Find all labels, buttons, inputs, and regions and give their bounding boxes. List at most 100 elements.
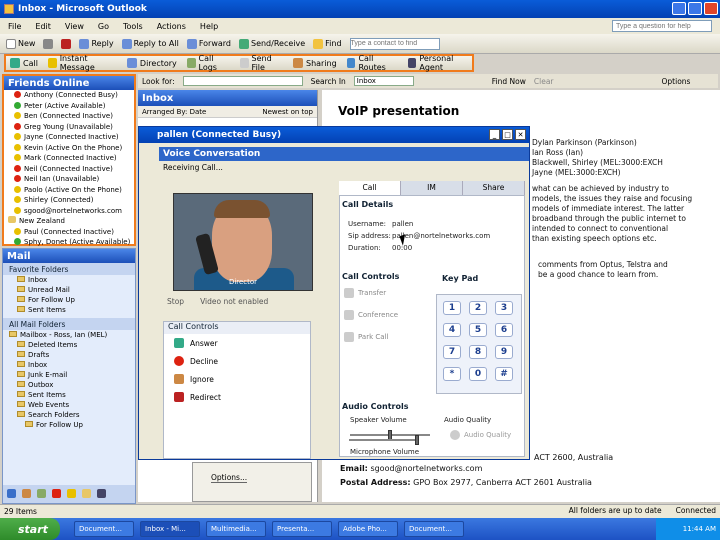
folder-list-icon[interactable] (82, 489, 91, 498)
redirect-button[interactable]: Redirect (164, 388, 310, 406)
friend-item[interactable]: Paul (Connected Inactive) (4, 227, 134, 238)
friend-group[interactable]: New Zealand (4, 216, 134, 227)
search-in-select[interactable]: Inbox (353, 76, 414, 86)
find-button[interactable]: Find (313, 38, 342, 49)
all-mail-folders-header[interactable]: All Mail Folders (3, 318, 135, 330)
favorite-folders-header[interactable]: Favorite Folders (3, 263, 135, 275)
taskbar-button[interactable]: Multimedia... (206, 521, 266, 537)
instant-message-button[interactable]: Instant Message (47, 54, 117, 72)
sort-order[interactable]: Newest on top (262, 108, 313, 116)
send-file-button[interactable]: Send File (239, 54, 283, 72)
key-1[interactable]: 1 (443, 301, 461, 315)
key-star[interactable]: * (443, 367, 461, 381)
folder-item[interactable]: Outbox (3, 380, 135, 390)
contacts-nav-icon[interactable] (37, 489, 46, 498)
sort-header[interactable]: Arranged By: Date Newest on top (138, 106, 317, 118)
folder-item[interactable]: Unread Mail (3, 285, 135, 295)
find-contact-input[interactable] (349, 37, 440, 50)
folder-item[interactable]: Junk E-mail (3, 370, 135, 380)
key-9[interactable]: 9 (495, 345, 513, 359)
print-icon[interactable] (43, 38, 54, 49)
reply-all-button[interactable]: Reply to All (121, 38, 179, 49)
tasks-nav-icon[interactable] (52, 489, 61, 498)
menu-view[interactable]: View (65, 22, 84, 31)
find-now-button[interactable]: Find Now (492, 77, 526, 86)
options-button[interactable]: Options (662, 77, 691, 86)
key-6[interactable]: 6 (495, 323, 513, 337)
decline-button[interactable]: Decline (164, 352, 310, 370)
friend-item[interactable]: Anthony (Connected Busy) (4, 90, 134, 101)
email-value[interactable]: sgood@nortelnetworks.com (370, 464, 482, 473)
sharing-button[interactable]: Sharing (292, 58, 337, 68)
key-7[interactable]: 7 (443, 345, 461, 359)
taskbar-button[interactable]: Document... (74, 521, 134, 537)
personal-agent-button[interactable]: Personal Agent (407, 54, 472, 72)
ignore-button[interactable]: Ignore (164, 370, 310, 388)
friend-item[interactable]: Neil Ian (Unavailable) (4, 174, 134, 185)
folder-item[interactable]: Inbox (3, 360, 135, 370)
taskbar-button[interactable]: Document... (404, 521, 464, 537)
reply-button[interactable]: Reply (79, 38, 114, 49)
notes-nav-icon[interactable] (67, 489, 76, 498)
folder-item[interactable]: Drafts (3, 350, 135, 360)
menu-tools[interactable]: Tools (123, 22, 143, 31)
friend-item[interactable]: Shirley (Connected) (4, 195, 134, 206)
start-button[interactable]: start (0, 518, 60, 540)
clock[interactable]: 11:44 AM (683, 525, 716, 533)
key-2[interactable]: 2 (469, 301, 487, 315)
friend-item[interactable]: Neil (Connected Inactive) (4, 164, 134, 175)
mic-volume-slider[interactable] (415, 435, 419, 445)
menu-file[interactable]: File (8, 22, 21, 31)
taskbar-button[interactable]: Presenta... (272, 521, 332, 537)
friend-item[interactable]: Greg Young (Unavailable) (4, 122, 134, 133)
key-3[interactable]: 3 (495, 301, 513, 315)
options-link[interactable]: Options... (211, 473, 248, 483)
answer-button[interactable]: Answer (164, 334, 310, 352)
tab-im[interactable]: IM (401, 181, 463, 195)
close-icon[interactable] (704, 2, 718, 15)
folder-item[interactable]: For Follow Up (3, 295, 135, 305)
clear-button[interactable]: Clear (534, 77, 554, 86)
ask-question-input[interactable] (612, 20, 712, 32)
menu-go[interactable]: Go (98, 22, 109, 31)
look-for-input[interactable] (182, 76, 303, 86)
menu-actions[interactable]: Actions (157, 22, 186, 31)
conference-button[interactable]: Conference (344, 310, 398, 320)
directory-button[interactable]: Directory (126, 58, 177, 68)
folder-item[interactable]: Sent Items (3, 390, 135, 400)
friend-item[interactable]: Sphy, Donet (Active Available) (4, 237, 134, 248)
taskbar-button[interactable]: Inbox - Mi... (140, 521, 200, 537)
park-call-button[interactable]: Park Call (344, 332, 388, 342)
mail-nav-icon[interactable] (7, 489, 16, 498)
send-receive-button[interactable]: Send/Receive (238, 38, 305, 49)
audio-quality-button[interactable]: Audio Quality (450, 430, 511, 440)
minimize-icon[interactable] (672, 2, 686, 15)
calendar-nav-icon[interactable] (22, 489, 31, 498)
folder-item[interactable]: Deleted Items (3, 340, 135, 350)
friend-item[interactable]: Kevin (Active On the Phone) (4, 143, 134, 154)
call-button[interactable]: Call (10, 58, 38, 68)
connection-status[interactable]: Connected (676, 506, 716, 515)
arranged-by[interactable]: Arranged By: Date (142, 108, 206, 116)
minimize-icon[interactable]: _ (489, 129, 500, 140)
key-4[interactable]: 4 (443, 323, 461, 337)
friend-item[interactable]: Mark (Connected Inactive) (4, 153, 134, 164)
new-button[interactable]: New (6, 38, 35, 49)
taskbar-button[interactable]: Adobe Pho... (338, 521, 398, 537)
mailbox-root[interactable]: Mailbox - Ross, Ian (MEL) (3, 330, 135, 340)
menu-edit[interactable]: Edit (35, 22, 51, 31)
tab-share[interactable]: Share (463, 181, 525, 195)
folder-item[interactable]: For Follow Up (3, 420, 135, 430)
folder-item[interactable]: Search Folders (3, 410, 135, 420)
friend-item[interactable]: Peter (Active Available) (4, 101, 134, 112)
friend-item[interactable]: sgood@nortelnetworks.com (4, 206, 134, 217)
close-icon[interactable]: ✕ (515, 129, 526, 140)
friend-item[interactable]: Ben (Connected Inactive) (4, 111, 134, 122)
delete-icon[interactable] (61, 38, 72, 49)
folder-item[interactable]: Inbox (3, 275, 135, 285)
maximize-icon[interactable]: □ (502, 129, 513, 140)
friend-item[interactable]: Paolo (Active On the Phone) (4, 185, 134, 196)
tab-call[interactable]: Call (339, 181, 401, 195)
key-8[interactable]: 8 (469, 345, 487, 359)
key-hash[interactable]: # (495, 367, 513, 381)
